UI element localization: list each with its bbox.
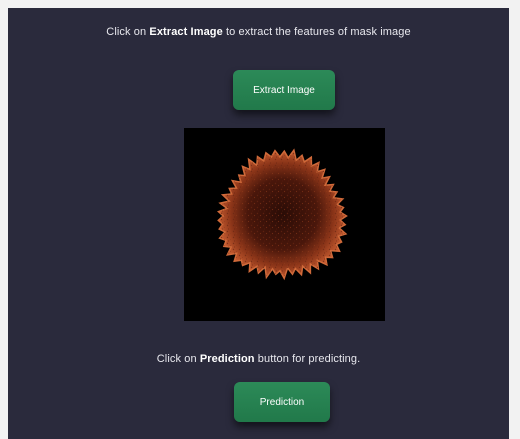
cell-texture: [218, 150, 347, 279]
cell-mask-image: [216, 148, 348, 281]
mask-image-preview: [184, 128, 385, 321]
prediction-instruction-prefix: Click on: [156, 353, 200, 365]
extract-instruction: Click on Extract Image to extract the fe…: [8, 26, 509, 38]
prediction-instruction-keyword: Prediction: [199, 353, 255, 365]
extract-instruction-suffix: to extract the features of mask image: [222, 26, 411, 38]
prediction-instruction: Click on Prediction button for predictin…: [8, 353, 509, 365]
extract-instruction-prefix: Click on: [106, 26, 150, 38]
prediction-instruction-suffix: button for predicting.: [254, 353, 361, 365]
extract-image-button[interactable]: Extract Image: [233, 70, 335, 110]
prediction-button[interactable]: Prediction: [234, 382, 330, 422]
extract-instruction-keyword: Extract Image: [149, 26, 223, 38]
app-panel: Click on Extract Image to extract the fe…: [8, 8, 509, 439]
